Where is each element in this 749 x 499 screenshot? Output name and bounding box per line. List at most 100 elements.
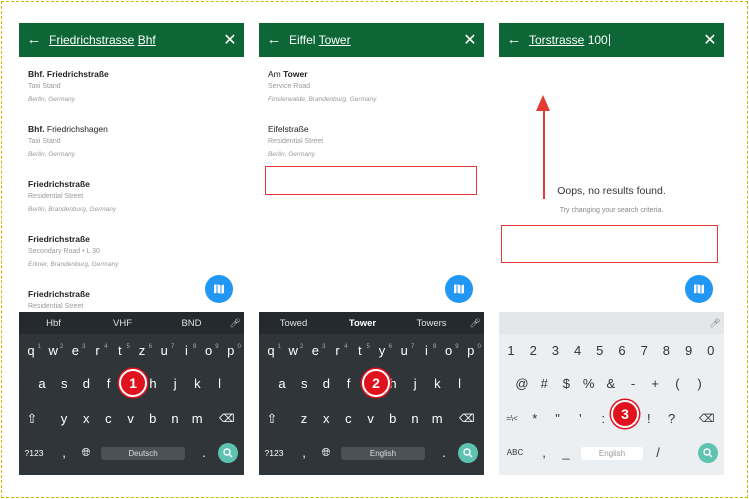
symbol-key[interactable]: ) [693,374,707,394]
letter-key[interactable]: s [297,374,311,394]
letter-key[interactable]: m [430,409,444,429]
space-key[interactable]: Deutsch [101,447,185,460]
backspace-key-icon[interactable]: ⌫ [219,409,235,429]
space-key[interactable]: English [341,447,425,460]
back-arrow-icon[interactable]: ← [19,23,49,57]
microphone-icon[interactable]: 🎤︎ [226,318,244,329]
letter-key[interactable]: s [57,374,71,394]
back-arrow-icon[interactable]: ← [259,23,289,57]
letter-key[interactable]: q1 [264,341,281,361]
letter-key[interactable]: r4 [91,341,107,361]
period-key[interactable]: . [437,443,451,463]
period-key[interactable]: . [197,443,211,463]
shift-key-icon[interactable]: ⇧ [265,409,279,429]
number-key[interactable]: 5 [593,341,607,361]
list-item[interactable]: Bhf. Friedrichshagen Taxi Stand Berlin, … [28,112,240,167]
list-item[interactable]: Friedrichstraße Residential Street Berli… [28,167,240,222]
letter-key[interactable]: k [190,374,204,394]
symbol-key[interactable]: ( [670,374,684,394]
abc-key[interactable]: ABC [503,443,527,463]
symbol-key[interactable]: =\< [505,409,519,429]
letter-key[interactable]: n [168,409,182,429]
symbol-key[interactable]: " [551,409,565,429]
letter-key[interactable]: f [342,374,356,394]
number-key[interactable]: 7 [637,341,651,361]
letter-key[interactable]: a [275,374,289,394]
comma-key[interactable]: , [537,443,551,463]
map-button[interactable] [685,275,713,303]
number-key[interactable]: 8 [659,341,673,361]
microphone-icon[interactable]: 🎤︎ [706,318,724,329]
letter-key[interactable]: y [57,409,71,429]
letter-key[interactable]: t5 [113,341,130,361]
search-input[interactable]: Eiffel Tower [289,33,456,47]
suggestion[interactable]: BND [157,318,226,329]
list-item[interactable]: Eifelstraße Residential Street Berlin, G… [268,112,480,167]
letter-key[interactable]: b [146,409,160,429]
letter-key[interactable]: c [101,409,115,429]
letter-key[interactable]: q1 [24,341,41,361]
map-button[interactable] [205,275,233,303]
letter-key[interactable]: f [102,374,116,394]
letter-key[interactable]: j [168,374,182,394]
letter-key[interactable]: u7 [157,341,175,361]
symbol-key[interactable]: # [537,374,551,394]
letter-key[interactable]: l [453,374,467,394]
slash-key[interactable]: / [651,443,665,463]
letter-key[interactable]: p0 [224,341,241,361]
number-key[interactable]: 2 [526,341,540,361]
suggestion[interactable]: Towed [259,318,328,329]
symbol-key[interactable]: - [626,374,640,394]
suggestion[interactable]: Towers [397,318,466,329]
backspace-key-icon[interactable]: ⌫ [459,409,475,429]
backspace-key-icon[interactable]: ⌫ [699,409,715,429]
list-item[interactable]: Bhf. Friedrichstraße Taxi Stand Berlin, … [28,57,240,112]
number-key[interactable]: 9 [682,341,696,361]
letter-key[interactable]: r4 [331,341,347,361]
microphone-icon[interactable]: 🎤︎ [466,318,484,329]
underscore-key[interactable]: _ [559,443,573,463]
symbol-key[interactable]: & [604,374,618,394]
space-key[interactable]: English [581,447,643,460]
globe-icon[interactable]: 🌐︎ [319,443,333,463]
letter-key[interactable]: o9 [442,341,459,361]
suggestion[interactable]: VHF [88,318,157,329]
number-key[interactable]: 1 [504,341,518,361]
number-key[interactable]: 3 [548,341,562,361]
comma-key[interactable]: , [297,443,311,463]
letter-key[interactable]: j [408,374,422,394]
letter-key[interactable]: m [190,409,204,429]
search-input[interactable]: Torstrasse 100 [529,33,696,47]
symbol-key[interactable]: * [528,409,542,429]
symbol-key[interactable]: $ [559,374,573,394]
back-arrow-icon[interactable]: ← [499,23,529,57]
close-icon[interactable]: ✕ [216,30,244,50]
number-key[interactable]: 0 [704,341,718,361]
symbol-key[interactable]: + [648,374,662,394]
symbol-key[interactable]: ! [642,409,656,429]
letter-key[interactable]: w2 [46,341,63,361]
letter-key[interactable]: d [79,374,93,394]
letter-key[interactable]: y6 [375,341,392,361]
letter-key[interactable]: x [79,409,93,429]
letter-key[interactable]: o9 [202,341,219,361]
symbol-key[interactable]: ' [573,409,587,429]
letter-key[interactable]: l [213,374,227,394]
symbols-key[interactable]: ?123 [23,443,45,463]
globe-icon[interactable]: 🌐︎ [79,443,93,463]
letter-key[interactable]: c [341,409,355,429]
number-key[interactable]: 4 [571,341,585,361]
letter-key[interactable]: h [146,374,160,394]
list-item[interactable]: Friedrichstraße Secondary Road • L 30 Er… [28,222,240,277]
number-key[interactable]: 6 [615,341,629,361]
letter-key[interactable]: a [35,374,49,394]
letter-key[interactable]: i8 [179,341,196,361]
letter-key[interactable]: i8 [419,341,436,361]
suggestion[interactable]: Hbf [19,318,88,329]
letter-key[interactable]: e3 [68,341,86,361]
close-icon[interactable]: ✕ [696,30,724,50]
map-button[interactable] [445,275,473,303]
letter-key[interactable]: t5 [353,341,370,361]
shift-key-icon[interactable]: ⇧ [25,409,39,429]
search-key[interactable] [458,443,478,463]
